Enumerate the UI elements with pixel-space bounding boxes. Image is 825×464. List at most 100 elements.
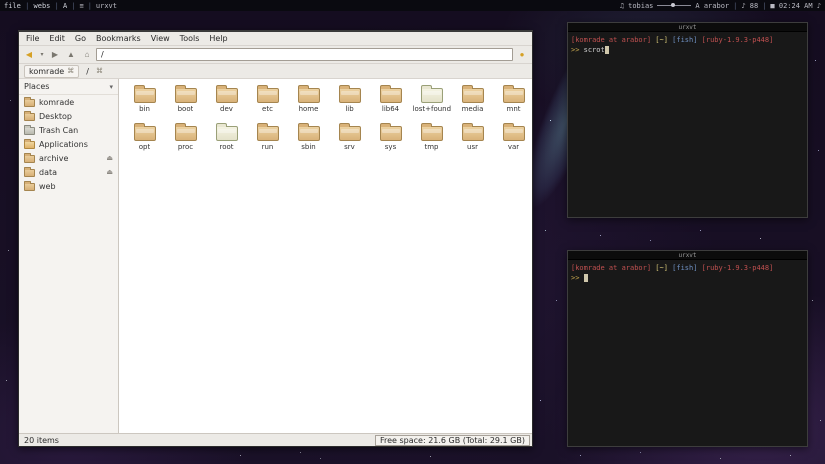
folder-bin[interactable]: bin <box>125 84 164 113</box>
workspace-tag[interactable]: file <box>4 2 21 10</box>
places-list: komrade Desktop Trash Can Applications a… <box>19 95 118 193</box>
place-label: Trash Can <box>39 125 79 135</box>
terminal-title: urxvt <box>678 23 697 31</box>
folder-etc[interactable]: etc <box>248 84 287 113</box>
terminal-titlebar[interactable]: urxvt <box>568 251 807 260</box>
terminal-window-2: urxvt [komrade at arabor] [~] [fish] [ru… <box>567 250 808 447</box>
menu-view[interactable]: View <box>146 32 175 45</box>
volume-slider[interactable] <box>657 3 692 7</box>
menu-go[interactable]: Go <box>70 32 91 45</box>
folder-name: media <box>461 105 484 113</box>
tab-bar: komrade ⌘ / ⌘ <box>19 64 532 79</box>
folder-media[interactable]: media <box>453 84 492 113</box>
place-label: data <box>39 167 58 177</box>
menu-bookmarks[interactable]: Bookmarks <box>91 32 146 45</box>
folder-icon <box>420 85 443 103</box>
folder-opt[interactable]: opt <box>125 122 164 151</box>
folder-icon <box>338 85 361 103</box>
place-item-applications[interactable]: Applications <box>19 137 118 151</box>
folder-run[interactable]: run <box>248 122 287 151</box>
go-button[interactable]: ● <box>515 48 529 62</box>
place-item-archive[interactable]: archive ⏏ <box>19 151 118 165</box>
menu-tools[interactable]: Tools <box>175 32 205 45</box>
separator: | <box>50 1 64 10</box>
tab-komrade[interactable]: komrade ⌘ <box>24 64 80 78</box>
up-button[interactable]: ▲ <box>64 48 78 62</box>
terminal-body[interactable]: [komrade at arabor] [~] [fish] [ruby-1.9… <box>568 260 807 446</box>
prompt-segment: [~] <box>651 264 668 272</box>
folder-name: mnt <box>506 105 521 113</box>
folder-name: srv <box>344 143 355 151</box>
folder-var[interactable]: var <box>494 122 532 151</box>
folder-srv[interactable]: srv <box>330 122 369 151</box>
folder-usr[interactable]: usr <box>453 122 492 151</box>
place-item-trash-can[interactable]: Trash Can <box>19 123 118 137</box>
chevron-down-icon[interactable]: ▾ <box>109 83 113 91</box>
folder-root[interactable]: root <box>207 122 246 151</box>
tab-label: komrade <box>29 66 65 76</box>
terminal-body[interactable]: [komrade at arabor] [~] [fish] [ruby-1.9… <box>568 32 807 217</box>
folder-lib[interactable]: lib <box>330 84 369 113</box>
menu-file[interactable]: File <box>21 32 44 45</box>
folder-name: root <box>219 143 234 151</box>
layout-icon[interactable]: ≡ <box>79 2 83 10</box>
path-root-button[interactable]: / <box>83 67 92 76</box>
folder-lib64[interactable]: lib64 <box>371 84 410 113</box>
folder-icon <box>24 111 35 121</box>
folder-grid: bin boot dev etc home lib lib64 lost+fou… <box>125 84 526 151</box>
terminal-input-line: >> scrot <box>571 45 804 55</box>
topbar-clock: ■ 02:24 AM ♪ <box>770 1 821 10</box>
places-header[interactable]: Places ▾ <box>19 79 118 95</box>
folder-home[interactable]: home <box>289 84 328 113</box>
folder-icon <box>133 123 156 141</box>
back-history-dropdown[interactable]: ▾ <box>38 48 46 62</box>
folder-name: run <box>261 143 274 151</box>
terminal-input-line: >> <box>571 273 804 283</box>
topbar-host: A arabor <box>695 1 730 10</box>
folder-icon <box>461 123 484 141</box>
home-button[interactable]: ⌂ <box>80 48 94 62</box>
folder-icon <box>24 153 35 163</box>
menu-edit[interactable]: Edit <box>44 32 70 45</box>
place-item-web[interactable]: web <box>19 179 118 193</box>
workspace-tag[interactable]: webs <box>34 2 51 10</box>
folder-sbin[interactable]: sbin <box>289 122 328 151</box>
folder-name: opt <box>138 143 151 151</box>
folder-icon <box>297 85 320 103</box>
volume-slider-knob[interactable] <box>671 3 676 7</box>
folder-tmp[interactable]: tmp <box>412 122 451 151</box>
place-item-desktop[interactable]: Desktop <box>19 109 118 123</box>
menu-help[interactable]: Help <box>204 32 232 45</box>
folder-mnt[interactable]: mnt <box>494 84 532 113</box>
place-item-komrade[interactable]: komrade <box>19 95 118 109</box>
folder-view[interactable]: bin boot dev etc home lib lib64 lost+fou… <box>119 79 532 433</box>
place-label: komrade <box>39 97 75 107</box>
folder-icon <box>24 97 35 107</box>
topbar-battery: ♪ 88 <box>741 1 759 10</box>
workspace-tag[interactable]: A <box>63 2 67 10</box>
terminal-titlebar[interactable]: urxvt <box>568 23 807 32</box>
terminal-prompt-line: [komrade at arabor] [~] [fish] [ruby-1.9… <box>571 35 804 45</box>
input-segment: scrot <box>583 46 605 54</box>
new-tab-icon[interactable]: ⌘ <box>96 67 103 75</box>
topbar-tags[interactable]: file | webs | A <box>4 2 67 10</box>
folder-proc[interactable]: proc <box>166 122 205 151</box>
back-button[interactable]: ◀ <box>22 48 36 62</box>
folder-lost+found[interactable]: lost+found <box>412 84 451 113</box>
forward-button[interactable]: ▶ <box>48 48 62 62</box>
eject-icon[interactable]: ⏏ <box>106 154 113 162</box>
path-input[interactable] <box>96 48 513 61</box>
folder-boot[interactable]: boot <box>166 84 205 113</box>
prompt-segment: [ruby-1.9.3-p448] <box>697 36 774 44</box>
folder-dev[interactable]: dev <box>207 84 246 113</box>
folder-icon <box>174 123 197 141</box>
items-count: 20 items <box>24 435 59 445</box>
place-item-data[interactable]: data ⏏ <box>19 165 118 179</box>
trash-icon <box>24 125 35 135</box>
folder-sys[interactable]: sys <box>371 122 410 151</box>
places-title: Places <box>24 82 50 91</box>
folder-icon <box>24 181 35 191</box>
separator: | <box>762 1 767 10</box>
eject-icon[interactable]: ⏏ <box>106 168 113 176</box>
tab-icon: ⌘ <box>67 67 75 75</box>
